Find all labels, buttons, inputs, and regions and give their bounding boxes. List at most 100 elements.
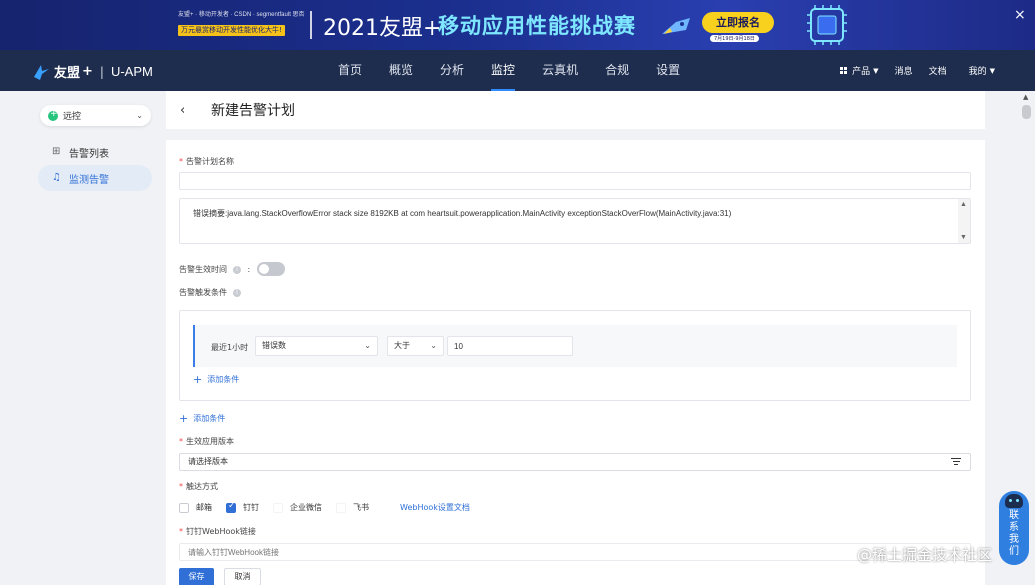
chevron-down-icon: ⌄: [364, 341, 371, 350]
banner-close-icon[interactable]: ×: [1014, 8, 1026, 22]
robot-icon: [1005, 494, 1023, 508]
plus-icon: +: [193, 373, 203, 386]
contact-us-label: 联系我们: [1009, 510, 1019, 557]
sidebar: 远控 ⌄ ⊞ 告警列表 ♫ 监测告警: [0, 91, 165, 585]
alert-plan-form: * 告警计划名称 错误摘要:java.lang.StackOverflowErro…: [166, 140, 985, 585]
info-icon: i: [233, 265, 241, 274]
bell-icon: ♫: [52, 172, 61, 183]
products-label: 产品: [852, 67, 871, 77]
nav-item-2[interactable]: 分析: [429, 50, 475, 91]
banner-divider: [310, 11, 312, 39]
scroll-down-icon: ▼: [960, 234, 967, 241]
caret-down-icon: ▼: [873, 66, 879, 75]
version-select[interactable]: 请选择版本: [179, 453, 971, 471]
banner-promo-tag: 万元悬赏移动开发性能优化大牛!: [178, 25, 285, 36]
app-status-icon: [48, 109, 58, 121]
products-menu[interactable]: 产品 ▼: [840, 64, 879, 77]
webhook-doc-link[interactable]: WebHook设置文档: [400, 502, 470, 513]
nav-item-3[interactable]: 监控: [480, 50, 526, 91]
plus-icon: +: [179, 412, 189, 425]
page-header: ‹ 新建告警计划: [166, 91, 985, 129]
rocket-icon: [662, 18, 690, 34]
effective-time-label: 告警生效时间 i :: [179, 265, 251, 274]
nav-item-5[interactable]: 合规: [594, 50, 640, 91]
required-mark: *: [179, 157, 183, 166]
nav-item-6[interactable]: 设置: [645, 50, 691, 91]
channel-feishu-checkbox[interactable]: 飞书: [336, 502, 369, 513]
brand-separator: |: [99, 64, 104, 79]
threshold-input[interactable]: [447, 336, 573, 356]
banner-title-main: 移动应用性能挑战赛: [438, 14, 636, 38]
scroll-up-icon: ▲: [960, 201, 967, 208]
channel-wecom-checkbox[interactable]: 企业微信: [273, 502, 322, 513]
channel-label: * 触达方式: [179, 482, 218, 491]
textarea-scrollbar[interactable]: ▲ ▼: [958, 199, 970, 243]
list-icon: ⊞: [52, 146, 61, 157]
channel-email-checkbox[interactable]: 邮箱: [179, 502, 212, 513]
checkbox: [179, 502, 189, 513]
promo-banner[interactable]: 友盟+ · 移动开发者 · CSDN · segmentfault 思否 万元悬…: [0, 0, 1035, 50]
filter-icon: [951, 458, 961, 467]
checkbox: [273, 502, 283, 513]
add-condition-inner-button[interactable]: + 添加条件: [193, 373, 239, 386]
sidebar-item-monitor-alert[interactable]: ♫ 监测告警: [38, 165, 152, 191]
add-condition-button[interactable]: + 添加条件: [179, 412, 225, 425]
nav-item-4[interactable]: 云真机: [531, 50, 589, 91]
user-menu[interactable]: 我的 ▼: [968, 64, 995, 78]
app-selector-value: 远控: [63, 112, 82, 122]
checkbox-checked: [226, 501, 236, 513]
chevron-down-icon: ⌄: [430, 341, 437, 350]
logo[interactable]: 友盟 + | U-APM: [32, 62, 153, 81]
brand-name: 友盟: [54, 66, 81, 81]
page-title: 新建告警计划: [211, 103, 295, 119]
register-button[interactable]: 立即报名: [702, 12, 774, 33]
metric-select[interactable]: 错误数 ⌄: [255, 336, 378, 356]
condition-row: 最近1小时 错误数 ⌄ 大于 ⌄: [193, 325, 957, 367]
trigger-condition-label: 告警触发条件 i: [179, 287, 241, 298]
toggle-knob: [259, 264, 269, 274]
product-name: U-APM: [110, 64, 153, 79]
webhook-input[interactable]: [179, 543, 971, 561]
cancel-button[interactable]: 取消: [224, 568, 261, 585]
scroll-up-icon: ▲: [1023, 93, 1029, 101]
condition-box: 最近1小时 错误数⌄ 大于⌄ +添加条件: [179, 310, 971, 401]
info-icon: i: [233, 288, 241, 297]
watermark: @稀土掘金技术社区: [857, 546, 993, 564]
caret-down-icon: ▼: [989, 66, 995, 75]
error-summary-text: 错误摘要:java.lang.StackOverflowError stack …: [193, 209, 732, 218]
banner-title-year: 2021友盟+: [323, 16, 442, 41]
scroll-thumb[interactable]: [1022, 105, 1031, 119]
checkbox: [336, 502, 346, 513]
channel-dingtalk-checkbox[interactable]: 钉钉: [226, 501, 259, 513]
plan-name-input[interactable]: [179, 172, 971, 190]
messages-link[interactable]: 消息: [895, 64, 913, 77]
brand-plus: +: [82, 64, 93, 79]
save-button[interactable]: 保存: [179, 568, 214, 585]
operator-select[interactable]: 大于 ⌄: [387, 336, 444, 356]
version-label: * 生效应用版本: [179, 437, 234, 446]
required-mark: *: [179, 482, 183, 491]
effective-time-toggle[interactable]: [257, 262, 285, 276]
top-nav: 友盟 + | U-APM 首页 概览 分析 监控 云真机 合规 设置 产品 ▼ 消息 文档 …: [0, 50, 1035, 91]
grid-icon: [840, 66, 848, 75]
banner-sponsors: 友盟+ · 移动开发者 · CSDN · segmentfault 思否: [178, 12, 305, 18]
plan-name-label: * 告警计划名称: [179, 157, 234, 166]
sidebar-item-label: 监测告警: [69, 174, 109, 186]
sidebar-item-label: 告警列表: [69, 148, 109, 160]
nav-item-0[interactable]: 首页: [327, 50, 373, 91]
banner-date: 7月19日-9月18日: [710, 35, 759, 42]
error-summary-textarea[interactable]: 错误摘要:java.lang.StackOverflowError stack …: [179, 198, 971, 244]
umeng-logo-icon: [34, 64, 49, 80]
main-nav: 首页 概览 分析 监控 云真机 合规 设置: [327, 50, 696, 91]
user-menu-label: 我的: [968, 67, 987, 77]
required-mark: *: [179, 527, 183, 536]
contact-us-button[interactable]: 联系我们: [999, 491, 1029, 565]
nav-right: 产品 ▼ 消息 文档 我的 ▼: [824, 50, 995, 91]
docs-link[interactable]: 文档: [929, 64, 947, 77]
required-mark: *: [179, 437, 183, 446]
app-selector[interactable]: 远控 ⌄: [40, 105, 151, 126]
back-icon[interactable]: ‹: [180, 103, 194, 118]
chevron-down-icon: ⌄: [136, 111, 143, 120]
nav-item-1[interactable]: 概览: [378, 50, 424, 91]
sidebar-item-alert-list[interactable]: ⊞ 告警列表: [38, 139, 152, 165]
